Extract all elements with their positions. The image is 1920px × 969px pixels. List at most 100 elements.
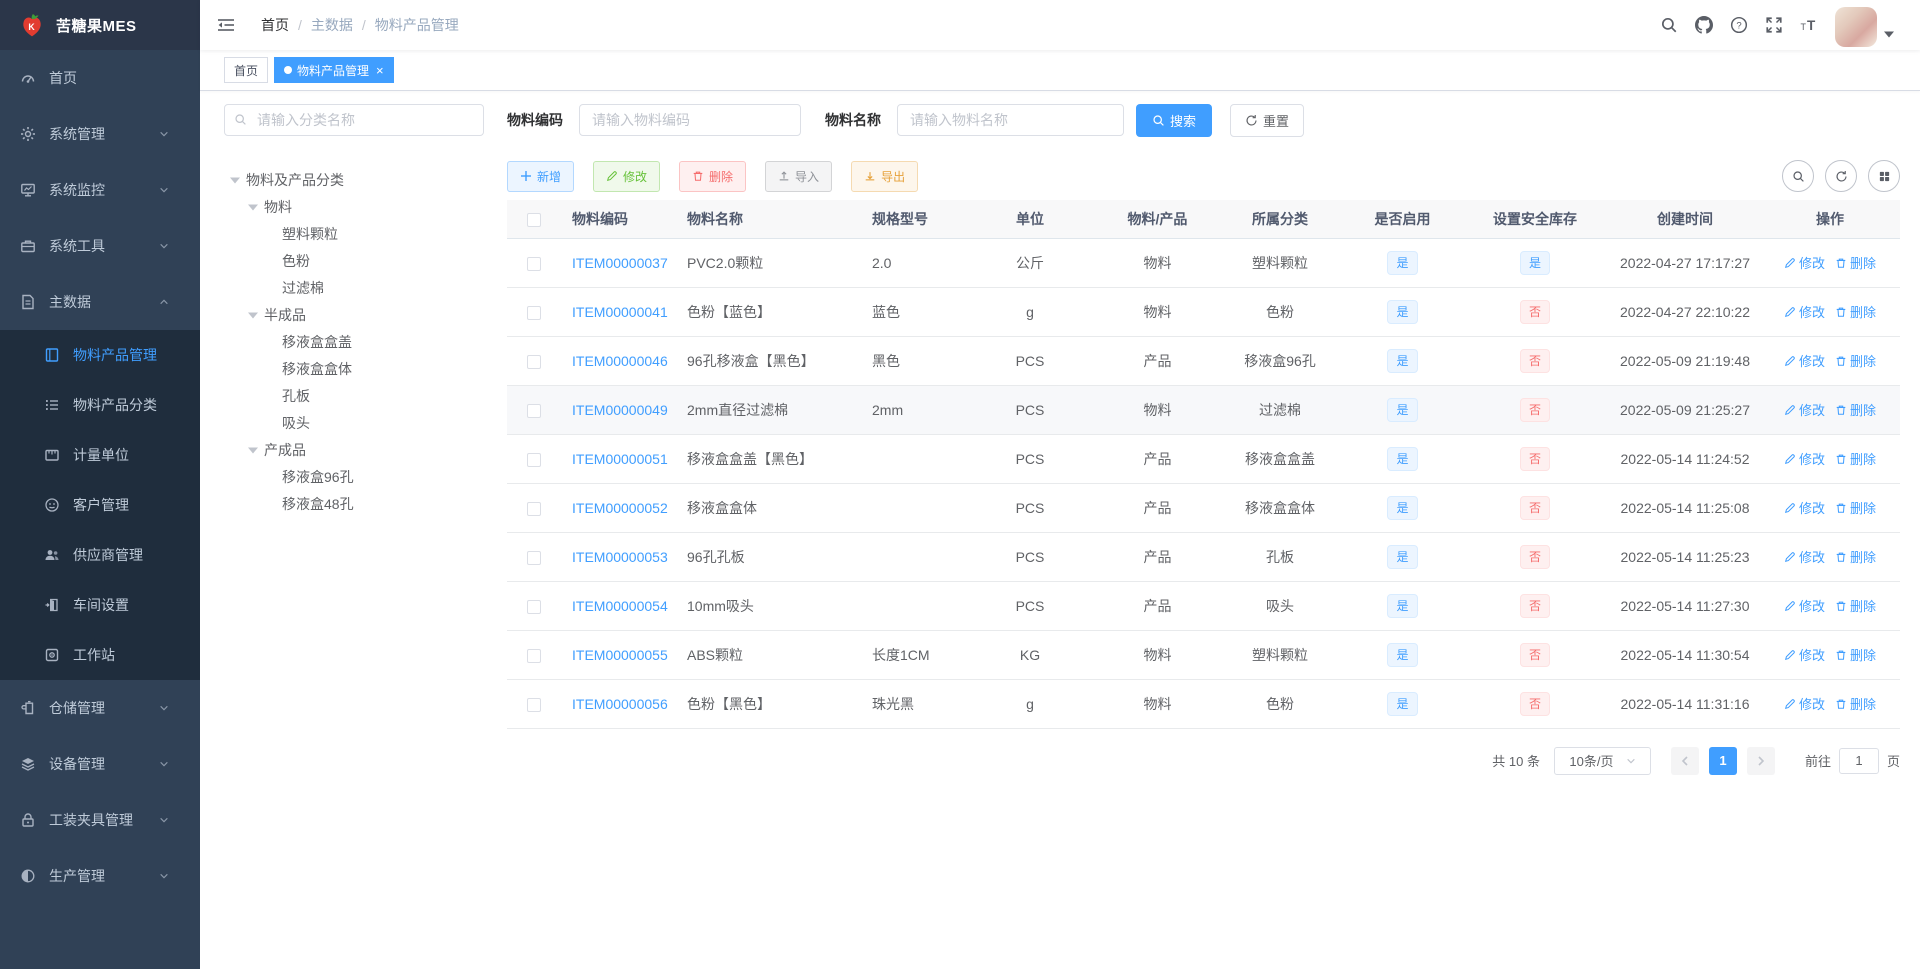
- fullscreen-icon[interactable]: [1765, 16, 1783, 34]
- row-checkbox[interactable]: [526, 256, 541, 271]
- search-button[interactable]: 搜索: [1136, 103, 1213, 137]
- row-checkbox[interactable]: [526, 403, 541, 418]
- sidebar-item-system-tools[interactable]: 系统工具: [0, 218, 200, 274]
- category-search-input[interactable]: [224, 104, 484, 136]
- row-checkbox[interactable]: [526, 305, 541, 320]
- breadcrumb-item[interactable]: 主数据: [311, 15, 353, 35]
- sidebar-item-master-data[interactable]: 主数据: [0, 274, 200, 330]
- prev-page-button[interactable]: [1670, 746, 1699, 775]
- row-checkbox[interactable]: [526, 697, 541, 712]
- tree-node[interactable]: 半成品: [224, 301, 484, 328]
- edit-button[interactable]: 修改: [593, 160, 661, 192]
- sidebar-item-system-management[interactable]: 系统管理: [0, 106, 200, 162]
- avatar[interactable]: [1835, 7, 1877, 47]
- refresh-button[interactable]: [1825, 160, 1857, 192]
- row-delete-link[interactable]: 删除: [1835, 645, 1876, 664]
- sidebar-item-material-product-management[interactable]: 物料产品管理: [0, 330, 200, 380]
- material-code-link[interactable]: ITEM00000046: [572, 353, 668, 369]
- github-icon[interactable]: [1695, 16, 1713, 34]
- row-edit-link[interactable]: 修改: [1784, 351, 1825, 370]
- goto-page-input[interactable]: [1838, 747, 1879, 774]
- tree-node[interactable]: 吸头: [224, 409, 484, 436]
- reset-button[interactable]: 重置: [1230, 103, 1305, 137]
- select-all-checkbox[interactable]: [526, 212, 541, 227]
- page-1-button[interactable]: 1: [1708, 746, 1737, 775]
- font-size-icon[interactable]: TT: [1800, 16, 1818, 34]
- tree-node[interactable]: 物料及产品分类: [224, 166, 484, 193]
- row-edit-link[interactable]: 修改: [1784, 645, 1825, 664]
- import-button[interactable]: 导入: [765, 160, 833, 192]
- add-button[interactable]: 新增: [507, 160, 575, 192]
- row-edit-link[interactable]: 修改: [1784, 302, 1825, 321]
- tree-node[interactable]: 移液盒盒体: [224, 355, 484, 382]
- name-filter-input[interactable]: [897, 104, 1124, 136]
- row-delete-link[interactable]: 删除: [1835, 253, 1876, 272]
- close-icon[interactable]: ×: [376, 64, 384, 77]
- user-menu[interactable]: [1835, 3, 1894, 47]
- material-code-link[interactable]: ITEM00000055: [572, 647, 668, 663]
- logo[interactable]: K 苦糖果MES: [0, 0, 200, 50]
- tree-node[interactable]: 移液盒48孔: [224, 490, 484, 517]
- tree-node[interactable]: 移液盒盒盖: [224, 328, 484, 355]
- material-code-link[interactable]: ITEM00000037: [572, 255, 668, 271]
- sidebar-item-fixture-management[interactable]: 工装夹具管理: [0, 792, 200, 848]
- material-code-link[interactable]: ITEM00000049: [572, 402, 668, 418]
- sidebar-toggle-icon[interactable]: [217, 16, 235, 34]
- sidebar-item-production-management[interactable]: 生产管理: [0, 848, 200, 904]
- row-edit-link[interactable]: 修改: [1784, 498, 1825, 517]
- tree-node[interactable]: 孔板: [224, 382, 484, 409]
- material-code-link[interactable]: ITEM00000051: [572, 451, 668, 467]
- sidebar-item-device-management[interactable]: 设备管理: [0, 736, 200, 792]
- sidebar-item-system-monitor[interactable]: 系统监控: [0, 162, 200, 218]
- row-edit-link[interactable]: 修改: [1784, 400, 1825, 419]
- row-edit-link[interactable]: 修改: [1784, 449, 1825, 468]
- row-edit-link[interactable]: 修改: [1784, 596, 1825, 615]
- help-icon[interactable]: ?: [1730, 16, 1748, 34]
- tree-node[interactable]: 物料: [224, 193, 484, 220]
- material-code-link[interactable]: ITEM00000052: [572, 500, 668, 516]
- columns-toggle-button[interactable]: [1868, 160, 1900, 192]
- sidebar-item-warehouse-management[interactable]: 仓储管理: [0, 680, 200, 736]
- row-checkbox[interactable]: [526, 599, 541, 614]
- sidebar-item-material-product-category[interactable]: 物料产品分类: [0, 380, 200, 430]
- row-edit-link[interactable]: 修改: [1784, 694, 1825, 713]
- tree-node[interactable]: 塑料颗粒: [224, 220, 484, 247]
- breadcrumb-item[interactable]: 物料产品管理: [375, 15, 459, 35]
- tab-0[interactable]: 首页: [224, 57, 269, 83]
- sidebar-item-customer-management[interactable]: 客户管理: [0, 480, 200, 530]
- sidebar-item-supplier-management[interactable]: 供应商管理: [0, 530, 200, 580]
- material-code-link[interactable]: ITEM00000054: [572, 598, 668, 614]
- material-code-link[interactable]: ITEM00000053: [572, 549, 668, 565]
- tree-node[interactable]: 过滤棉: [224, 274, 484, 301]
- row-delete-link[interactable]: 删除: [1835, 302, 1876, 321]
- page-size-select[interactable]: 10条/页: [1553, 746, 1651, 775]
- sidebar-item-workshop-settings[interactable]: 车间设置: [0, 580, 200, 630]
- row-delete-link[interactable]: 删除: [1835, 498, 1876, 517]
- tree-node[interactable]: 产成品: [224, 436, 484, 463]
- row-delete-link[interactable]: 删除: [1835, 547, 1876, 566]
- row-checkbox[interactable]: [526, 501, 541, 516]
- row-checkbox[interactable]: [526, 452, 541, 467]
- row-delete-link[interactable]: 删除: [1835, 351, 1876, 370]
- row-delete-link[interactable]: 删除: [1835, 400, 1876, 419]
- row-checkbox[interactable]: [526, 354, 541, 369]
- row-delete-link[interactable]: 删除: [1835, 449, 1876, 468]
- delete-button[interactable]: 删除: [679, 160, 747, 192]
- row-checkbox[interactable]: [526, 550, 541, 565]
- export-button[interactable]: 导出: [851, 160, 919, 192]
- breadcrumb-item[interactable]: 首页: [261, 15, 289, 35]
- tab-1[interactable]: 物料产品管理 ×: [274, 57, 394, 83]
- row-edit-link[interactable]: 修改: [1784, 253, 1825, 272]
- code-filter-input[interactable]: [579, 104, 801, 136]
- next-page-button[interactable]: [1746, 746, 1775, 775]
- material-code-link[interactable]: ITEM00000056: [572, 696, 668, 712]
- row-checkbox[interactable]: [526, 648, 541, 663]
- search-icon[interactable]: [1660, 16, 1678, 34]
- tree-node[interactable]: 色粉: [224, 247, 484, 274]
- sidebar-item-workstation[interactable]: 工作站: [0, 630, 200, 680]
- sidebar-item-home[interactable]: 首页: [0, 50, 200, 106]
- row-edit-link[interactable]: 修改: [1784, 547, 1825, 566]
- show-search-button[interactable]: [1782, 160, 1814, 192]
- material-code-link[interactable]: ITEM00000041: [572, 304, 668, 320]
- row-delete-link[interactable]: 删除: [1835, 596, 1876, 615]
